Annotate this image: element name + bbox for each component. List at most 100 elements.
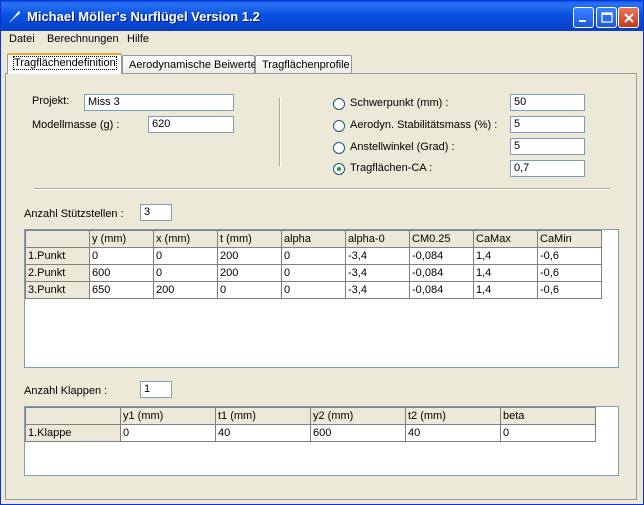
table-cell[interactable]: -0,084 (409, 247, 474, 265)
projekt-label: Projekt: (32, 95, 70, 107)
column-header: y1 (mm) (120, 407, 216, 425)
table-cell[interactable]: 40 (405, 424, 501, 442)
tab-panel: Projekt: Miss 3 Modellmasse (g) : 620 Sc… (5, 73, 637, 500)
table-row: 1.Klappe 0 40 600 40 0 (25, 424, 596, 442)
minimize-button[interactable] (573, 7, 594, 28)
column-header: CM0.25 (409, 230, 474, 248)
table-cell[interactable]: 0 (89, 247, 154, 265)
column-header: t2 (mm) (405, 407, 501, 425)
header-corner (25, 230, 90, 248)
table-cell[interactable]: 1,4 (473, 264, 538, 282)
column-header: t (mm) (217, 230, 282, 248)
table-cell[interactable]: -3,4 (345, 247, 410, 265)
column-header: y2 (mm) (310, 407, 406, 425)
app-window: Michael Möller's Nurflügel Version 1.2 D… (0, 0, 644, 505)
schwerpunkt-input[interactable]: 50 (510, 94, 585, 111)
tab-label: Aerodynamische Beiwerte (129, 59, 257, 71)
tragflaechen-ca-input[interactable]: 0,7 (510, 160, 585, 177)
radio-schwerpunkt[interactable] (333, 98, 345, 110)
table-cell[interactable]: 40 (215, 424, 311, 442)
table-cell[interactable]: 0 (217, 281, 282, 299)
tragflaechen-ca-label: Tragflächen-CA : (350, 162, 433, 174)
tab-label: Tragflächendefinition (13, 56, 117, 70)
anzahl-klappen-input[interactable]: 1 (140, 381, 172, 398)
table-cell[interactable]: 1,4 (473, 281, 538, 299)
modellmasse-label: Modellmasse (g) : (32, 119, 120, 131)
table-cell[interactable]: 650 (89, 281, 154, 299)
table-row: 1.Punkt 0 0 200 0 -3,4 -0,084 1,4 -0,6 (25, 247, 602, 265)
close-icon (624, 13, 634, 23)
menu-bar: Datei Berechnungen Hilfe (1, 31, 643, 49)
projekt-input[interactable]: Miss 3 (84, 94, 234, 111)
anzahl-klappen-label: Anzahl Klappen : (24, 385, 108, 397)
table-cell[interactable]: 0 (153, 264, 218, 282)
table-cell[interactable]: 600 (310, 424, 406, 442)
close-button[interactable] (618, 7, 639, 28)
klappen-table: y1 (mm) t1 (mm) y2 (mm) t2 (mm) beta 1.K… (25, 407, 596, 442)
maximize-icon (601, 12, 613, 23)
table-cell[interactable]: 600 (89, 264, 154, 282)
title-bar[interactable]: Michael Möller's Nurflügel Version 1.2 (1, 1, 643, 31)
table-cell[interactable]: 1,4 (473, 247, 538, 265)
column-header: x (mm) (153, 230, 218, 248)
table-cell[interactable]: -0,084 (409, 264, 474, 282)
window-title: Michael Möller's Nurflügel Version 1.2 (27, 9, 260, 24)
column-header: y (mm) (89, 230, 154, 248)
column-header: CaMax (473, 230, 538, 248)
table-cell[interactable]: -0,6 (537, 247, 602, 265)
table-cell[interactable]: 200 (217, 247, 282, 265)
menu-datei[interactable]: Datei (9, 33, 35, 45)
column-header: alpha (281, 230, 346, 248)
table-row: 3.Punkt 650 200 0 0 -3,4 -0,084 1,4 -0,6 (25, 281, 602, 299)
table-cell[interactable]: 200 (217, 264, 282, 282)
table-header-row: y (mm) x (mm) t (mm) alpha alpha-0 CM0.2… (25, 230, 602, 248)
stuetzstellen-table: y (mm) x (mm) t (mm) alpha alpha-0 CM0.2… (25, 230, 602, 299)
tab-label: Tragflächenprofile (262, 59, 350, 71)
header-corner (25, 407, 121, 425)
column-header: t1 (mm) (215, 407, 311, 425)
table-cell[interactable]: -0,084 (409, 281, 474, 299)
column-header: alpha-0 (345, 230, 410, 248)
radio-anstellwinkel[interactable] (333, 142, 345, 154)
row-header: 3.Punkt (25, 281, 90, 299)
table-header-row: y1 (mm) t1 (mm) y2 (mm) t2 (mm) beta (25, 407, 596, 425)
table-cell[interactable]: -0,6 (537, 264, 602, 282)
table-row: 2.Punkt 600 0 200 0 -3,4 -0,084 1,4 -0,6 (25, 264, 602, 282)
schwerpunkt-label: Schwerpunkt (mm) : (350, 97, 449, 109)
radio-stabilitaetsmass[interactable] (333, 120, 345, 132)
feather-icon (9, 10, 21, 23)
row-header: 1.Punkt (25, 247, 90, 265)
table-cell[interactable]: 0 (281, 247, 346, 265)
table-cell[interactable]: 0 (500, 424, 596, 442)
table-cell[interactable]: -3,4 (345, 281, 410, 299)
column-header: CaMin (537, 230, 602, 248)
tab-tragflaechenprofile[interactable]: Tragflächenprofile (255, 55, 352, 74)
stabilitaetsmass-input[interactable]: 5 (510, 116, 585, 133)
menu-hilfe[interactable]: Hilfe (127, 33, 149, 45)
row-header: 2.Punkt (25, 264, 90, 282)
vertical-divider (279, 98, 281, 166)
horizontal-divider (34, 188, 610, 190)
stuetzstellen-grid[interactable]: y (mm) x (mm) t (mm) alpha alpha-0 CM0.2… (24, 229, 619, 368)
tab-tragflaechendefinition[interactable]: Tragflächendefinition (7, 53, 122, 74)
menu-berechnungen[interactable]: Berechnungen (47, 33, 119, 45)
tab-aerodynamische-beiwerte[interactable]: Aerodynamische Beiwerte (122, 55, 257, 74)
anzahl-stuetzstellen-input[interactable]: 3 (140, 204, 172, 221)
table-cell[interactable]: 0 (153, 247, 218, 265)
row-header: 1.Klappe (25, 424, 121, 442)
table-cell[interactable]: 0 (281, 281, 346, 299)
maximize-button[interactable] (596, 7, 617, 28)
table-cell[interactable]: -0,6 (537, 281, 602, 299)
table-cell[interactable]: 0 (120, 424, 216, 442)
modellmasse-input[interactable]: 620 (148, 116, 234, 133)
klappen-grid[interactable]: y1 (mm) t1 (mm) y2 (mm) t2 (mm) beta 1.K… (24, 406, 619, 476)
anstellwinkel-label: Anstellwinkel (Grad) : (350, 141, 455, 153)
anzahl-stuetzstellen-label: Anzahl Stützstellen : (24, 208, 124, 220)
column-header: beta (500, 407, 596, 425)
table-cell[interactable]: 0 (281, 264, 346, 282)
table-cell[interactable]: 200 (153, 281, 218, 299)
anstellwinkel-input[interactable]: 5 (510, 138, 585, 155)
table-cell[interactable]: -3,4 (345, 264, 410, 282)
minimize-icon (579, 20, 586, 22)
radio-tragflaechen-ca[interactable] (333, 163, 345, 175)
